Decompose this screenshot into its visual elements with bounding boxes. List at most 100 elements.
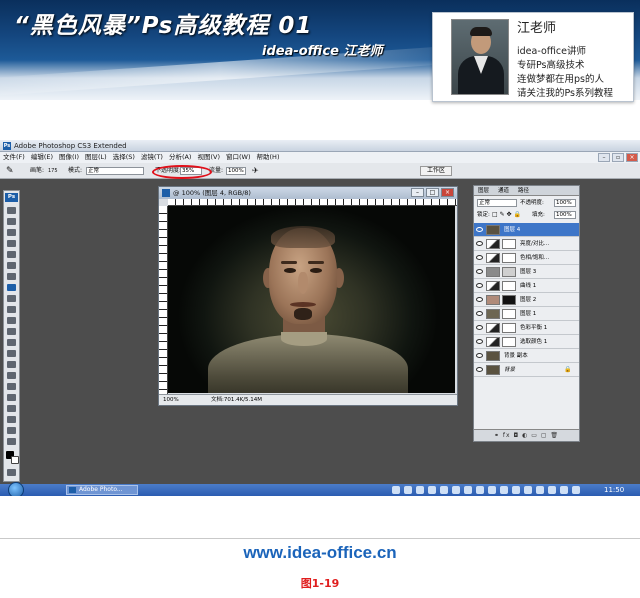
healing-tool-icon[interactable]	[7, 273, 16, 280]
visibility-eye-icon[interactable]	[476, 353, 483, 358]
menu-image[interactable]: 图像(I)	[59, 152, 79, 163]
layers-panel-actions[interactable]: ⚭ fx ◘ ◐ ▭ ▢ 🗑	[474, 429, 579, 441]
brush-tool-active-icon[interactable]	[7, 284, 16, 291]
menu-view[interactable]: 视图(V)	[197, 152, 220, 163]
move-tool-icon[interactable]	[7, 207, 16, 214]
tray-icon[interactable]	[500, 486, 508, 494]
pen-tool-icon[interactable]	[7, 361, 16, 368]
eyedropper-icon[interactable]	[7, 416, 16, 423]
type-tool-icon[interactable]	[7, 372, 16, 379]
tray-icon[interactable]	[464, 486, 472, 494]
eraser-tool-icon[interactable]	[7, 317, 16, 324]
blur-tool-icon[interactable]	[7, 339, 16, 346]
tray-icon[interactable]	[476, 486, 484, 494]
layer-row[interactable]: 图层 3	[474, 265, 579, 279]
workspace-button[interactable]: 工作区	[420, 166, 452, 176]
crop-tool-icon[interactable]	[7, 251, 16, 258]
menu-analysis[interactable]: 分析(A)	[169, 152, 192, 163]
shape-tool-icon[interactable]	[7, 394, 16, 401]
mode-select[interactable]: 正常	[86, 167, 144, 175]
doc-close-icon[interactable]: ×	[441, 188, 454, 197]
layer-row[interactable]: 亮度/对比...	[474, 237, 579, 251]
taskbar-photoshop-button[interactable]: Adobe Photo...	[66, 485, 138, 495]
tray-icon[interactable]	[572, 486, 580, 494]
tab-layers[interactable]: 图层	[478, 186, 489, 196]
visibility-eye-icon[interactable]	[476, 297, 483, 302]
zoom-tool-icon[interactable]	[7, 438, 16, 445]
menu-help[interactable]: 帮助(H)	[257, 152, 280, 163]
stamp-tool-icon[interactable]	[7, 295, 16, 302]
layer-row[interactable]: 曲线 1	[474, 279, 579, 293]
background-color-swatch[interactable]	[11, 456, 19, 464]
brush-tool-icon[interactable]: ✎	[6, 163, 14, 179]
doc-minimize-icon[interactable]: –	[411, 188, 424, 197]
doc-maximize-icon[interactable]: □	[426, 188, 439, 197]
tab-paths[interactable]: 路径	[518, 186, 529, 196]
tray-icon[interactable]	[548, 486, 556, 494]
footer-url[interactable]: www.idea-office.cn	[0, 543, 640, 563]
menu-select[interactable]: 选择(S)	[113, 152, 135, 163]
tab-channels[interactable]: 通道	[498, 186, 509, 196]
start-button-icon[interactable]	[8, 482, 24, 496]
image-canvas[interactable]	[168, 206, 455, 393]
layer-row[interactable]: 色彩平衡 1	[474, 321, 579, 335]
airbrush-icon[interactable]: ✈	[252, 163, 259, 179]
visibility-eye-icon[interactable]	[476, 311, 483, 316]
marquee-tool-icon[interactable]	[7, 218, 16, 225]
gradient-tool-icon[interactable]	[7, 328, 16, 335]
menu-window[interactable]: 窗口(W)	[226, 152, 251, 163]
fill-input[interactable]: 100%	[554, 211, 576, 219]
visibility-eye-icon[interactable]	[476, 283, 483, 288]
visibility-eye-icon[interactable]	[476, 241, 483, 246]
minimize-icon[interactable]: –	[598, 153, 610, 162]
tray-icon[interactable]	[392, 486, 400, 494]
visibility-eye-icon[interactable]	[476, 255, 483, 260]
layer-row[interactable]: 图层 2	[474, 293, 579, 307]
layer-row[interactable]: 图层 4	[474, 223, 579, 237]
visibility-eye-icon[interactable]	[476, 325, 483, 330]
layer-row[interactable]: 色相/饱和...	[474, 251, 579, 265]
tray-icon[interactable]	[440, 486, 448, 494]
hand-tool-icon[interactable]	[7, 427, 16, 434]
path-select-icon[interactable]	[7, 383, 16, 390]
tray-icon[interactable]	[524, 486, 532, 494]
zoom-level[interactable]: 100%	[163, 395, 179, 406]
close-icon[interactable]: ×	[626, 153, 638, 162]
visibility-eye-icon[interactable]	[476, 339, 483, 344]
history-brush-icon[interactable]	[7, 306, 16, 313]
visibility-eye-icon[interactable]	[476, 227, 483, 232]
notes-tool-icon[interactable]	[7, 405, 16, 412]
quick-mask-icon[interactable]	[7, 469, 16, 476]
blend-mode-select[interactable]: 正常	[477, 199, 517, 207]
document-window[interactable]: @ 100% (图层 4, RGB/8) – □ × 100% 文档:701.4…	[158, 186, 458, 406]
tray-icon[interactable]	[536, 486, 544, 494]
menu-layer[interactable]: 图层(L)	[85, 152, 107, 163]
lock-icons[interactable]: □ ✎ ✥ 🔒	[492, 210, 521, 220]
menu-file[interactable]: 文件(F)	[3, 152, 25, 163]
tray-icon[interactable]	[452, 486, 460, 494]
menu-filter[interactable]: 滤镜(T)	[141, 152, 163, 163]
tray-icon[interactable]	[404, 486, 412, 494]
layer-opacity-input[interactable]: 100%	[554, 199, 576, 207]
brush-size[interactable]: 175	[48, 163, 58, 179]
menu-edit[interactable]: 编辑(E)	[31, 152, 53, 163]
visibility-eye-icon[interactable]	[476, 367, 483, 372]
visibility-eye-icon[interactable]	[476, 269, 483, 274]
tray-icon[interactable]	[560, 486, 568, 494]
restore-icon[interactable]: ▫	[612, 153, 624, 162]
tray-icon[interactable]	[416, 486, 424, 494]
layer-row[interactable]: 图层 1	[474, 307, 579, 321]
slice-tool-icon[interactable]	[7, 262, 16, 269]
dodge-tool-icon[interactable]	[7, 350, 16, 357]
tray-icon[interactable]	[428, 486, 436, 494]
tray-icon[interactable]	[512, 486, 520, 494]
adjustment-icon	[486, 253, 500, 263]
layer-row[interactable]: 背景 副本	[474, 349, 579, 363]
tray-icon[interactable]	[488, 486, 496, 494]
layer-row[interactable]: 选取颜色 1	[474, 335, 579, 349]
flow-input[interactable]: 100%	[226, 167, 246, 175]
magic-wand-icon[interactable]	[7, 240, 16, 247]
system-tray-icons[interactable]	[392, 486, 600, 494]
lasso-tool-icon[interactable]	[7, 229, 16, 236]
layer-row[interactable]: 背景 🔒	[474, 363, 579, 377]
